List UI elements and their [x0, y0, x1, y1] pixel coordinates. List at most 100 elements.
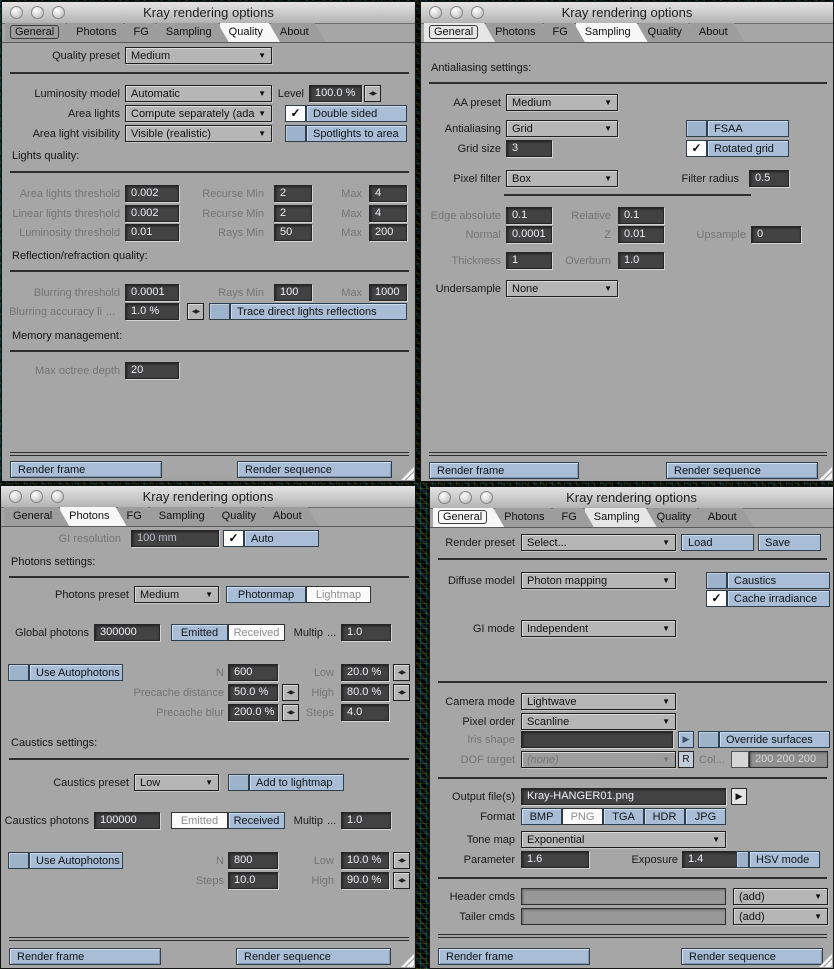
format-tga-button[interactable]: TGA	[603, 808, 644, 825]
add-to-lightmap-checkbox[interactable]	[228, 774, 249, 791]
tab-about[interactable]: About	[271, 23, 326, 42]
low-field[interactable]: 10.0 %	[341, 852, 389, 869]
stepper-icon[interactable]: ◀▶	[282, 684, 299, 701]
undersample-dropdown[interactable]: None▼	[506, 280, 618, 297]
luminosity-threshold-field[interactable]: 0.01	[125, 224, 179, 241]
close-button[interactable]	[10, 6, 23, 19]
rays-min-field[interactable]: 50	[274, 224, 312, 241]
tab-about[interactable]: About	[690, 23, 745, 42]
render-sequence-button[interactable]: Render sequence	[237, 461, 392, 478]
fsaa-button[interactable]: FSAA	[707, 120, 789, 137]
tab-sampling[interactable]: Sampling	[585, 508, 657, 527]
high-field[interactable]: 90.0 %	[341, 872, 389, 889]
relative-field[interactable]: 0.1	[618, 207, 664, 224]
format-bmp-button[interactable]: BMP	[521, 808, 562, 825]
close-button[interactable]	[438, 491, 451, 504]
window-quality[interactable]: Kray rendering options General Photons F…	[1, 1, 416, 482]
quality-preset-dropdown[interactable]: Medium▼	[125, 47, 272, 64]
camera-mode-dropdown[interactable]: Lightwave▼	[521, 693, 676, 710]
overburn-field[interactable]: 1.0	[618, 252, 664, 269]
stepper-icon[interactable]: ◀▶	[364, 85, 381, 102]
recurse-min-field[interactable]: 2	[274, 205, 312, 222]
use-autophotons-button[interactable]: Use Autophotons	[29, 852, 123, 869]
iris-shape-field[interactable]	[521, 731, 673, 748]
antialiasing-dropdown[interactable]: Grid▼	[506, 120, 618, 137]
blurring-accuracy-field[interactable]: 1.0 %	[125, 303, 179, 320]
r-button[interactable]: R	[678, 751, 694, 768]
auto-button[interactable]: Auto	[244, 530, 319, 547]
tab-sampling[interactable]: Sampling	[157, 23, 229, 42]
tab-general[interactable]: General	[424, 23, 495, 42]
trace-direct-button[interactable]: Trace direct lights reflections	[230, 303, 407, 320]
output-file-field[interactable]: Kray-HANGER01.png	[521, 788, 726, 805]
max-field[interactable]: 4	[369, 185, 407, 202]
format-png-button[interactable]: PNG	[562, 808, 603, 825]
tab-photons[interactable]: Photons	[67, 23, 133, 42]
emitted-toggle[interactable]: Emitted	[171, 812, 228, 829]
pixel-filter-dropdown[interactable]: Box▼	[506, 170, 618, 187]
stepper-icon[interactable]: ◀▶	[393, 684, 410, 701]
tab-quality[interactable]: Quality	[220, 23, 280, 42]
tab-quality[interactable]: Quality	[639, 23, 699, 42]
window-photons[interactable]: Kray rendering options General Photons F…	[0, 485, 416, 969]
pixel-order-dropdown[interactable]: Scanline▼	[521, 713, 676, 730]
zoom-button[interactable]	[52, 6, 65, 19]
format-hdr-button[interactable]: HDR	[644, 808, 685, 825]
resize-grip[interactable]	[401, 954, 414, 967]
stepper-icon[interactable]: ◀▶	[393, 872, 410, 889]
render-preset-dropdown[interactable]: Select...▼	[521, 534, 676, 551]
close-button[interactable]	[9, 490, 22, 503]
load-button[interactable]: Load	[681, 534, 754, 551]
tab-about[interactable]: About	[264, 507, 319, 526]
render-sequence-button[interactable]: Render sequence	[681, 948, 823, 965]
auto-checkbox[interactable]: ✓	[223, 530, 244, 547]
add-to-lightmap-button[interactable]: Add to lightmap	[249, 774, 344, 791]
header-cmds-add-dropdown[interactable]: (add)▼	[733, 888, 828, 905]
output-browse-button[interactable]: ▶	[731, 788, 747, 805]
area-lights-dropdown[interactable]: Compute separately (adap...▼	[125, 105, 272, 122]
diffuse-model-dropdown[interactable]: Photon mapping▼	[521, 572, 676, 589]
titlebar[interactable]: Kray rendering options	[430, 487, 833, 509]
photons-preset-dropdown[interactable]: Medium▼	[134, 586, 219, 603]
minimize-button[interactable]	[459, 491, 472, 504]
color-swatch[interactable]	[731, 751, 749, 768]
blurring-threshold-field[interactable]: 0.0001	[125, 284, 179, 301]
hsv-mode-checkbox[interactable]	[736, 851, 749, 868]
luminosity-model-dropdown[interactable]: Automatic▼	[125, 85, 272, 102]
dof-target-dropdown[interactable]: (none)▼	[521, 751, 676, 768]
double-sided-checkbox[interactable]: ✓	[285, 105, 306, 122]
tab-quality[interactable]: Quality	[648, 508, 708, 527]
tailer-cmds-add-dropdown[interactable]: (add)▼	[733, 908, 828, 925]
n-field[interactable]: 800	[228, 852, 278, 869]
max-field[interactable]: 200	[369, 224, 407, 241]
render-sequence-button[interactable]: Render sequence	[236, 948, 391, 965]
tab-photons[interactable]: Photons	[486, 23, 552, 42]
zoom-button[interactable]	[471, 6, 484, 19]
double-sided-button[interactable]: Double sided	[306, 105, 407, 122]
cache-irradiance-checkbox[interactable]: ✓	[706, 590, 727, 607]
tab-photons[interactable]: Photons	[495, 508, 561, 527]
stepper-icon[interactable]: ◀▶	[187, 303, 204, 320]
window-sampling[interactable]: Kray rendering options General Photons F…	[420, 1, 834, 482]
tab-about[interactable]: About	[699, 508, 754, 527]
spotlights-to-area-checkbox[interactable]	[285, 125, 306, 142]
max-field[interactable]: 4	[369, 205, 407, 222]
area-light-visibility-dropdown[interactable]: Visible (realistic)▼	[125, 125, 272, 142]
tailer-cmds-field[interactable]	[521, 908, 726, 925]
grid-size-field[interactable]: 3	[506, 140, 552, 157]
linear-lights-threshold-field[interactable]: 0.002	[125, 205, 179, 222]
iris-shape-browse-button[interactable]: ▶	[678, 731, 694, 748]
minimize-button[interactable]	[30, 490, 43, 503]
area-lights-threshold-field[interactable]: 0.002	[125, 185, 179, 202]
precache-blur-field[interactable]: 200.0 %	[228, 704, 278, 721]
parameter-field[interactable]: 1.6	[521, 851, 589, 868]
received-toggle[interactable]: Received	[228, 812, 285, 829]
filter-radius-field[interactable]: 0.5	[749, 170, 789, 187]
resize-grip[interactable]	[401, 467, 414, 480]
format-jpg-button[interactable]: JPG	[685, 808, 726, 825]
precache-distance-field[interactable]: 50.0 %	[228, 684, 278, 701]
render-frame-button[interactable]: Render frame	[9, 948, 161, 965]
render-frame-button[interactable]: Render frame	[10, 461, 162, 478]
color-value-field[interactable]: 200 200 200	[749, 751, 828, 768]
fsaa-checkbox[interactable]	[686, 120, 707, 137]
